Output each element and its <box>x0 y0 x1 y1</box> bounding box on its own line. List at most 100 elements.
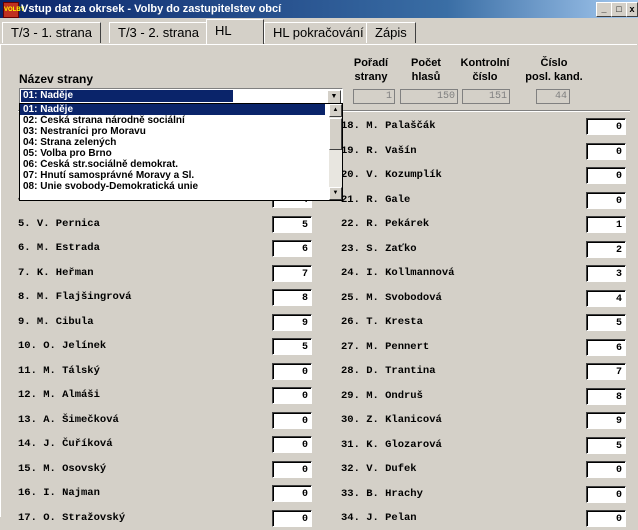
candidate-votes-input[interactable]: 9 <box>272 313 312 331</box>
candidate-name: 25. M. Svobodová <box>341 291 442 304</box>
candidate-row: 26. T. Kresta 5 <box>341 314 628 334</box>
candidate-row: 24. I. Kollmannová 3 <box>341 265 628 285</box>
tab-hl[interactable]: HL <box>206 19 264 44</box>
candidate-name: 8. M. Flajšingrová <box>18 291 132 303</box>
scroll-down-icon[interactable]: ▼ <box>329 187 342 200</box>
candidate-name: 26. T. Kresta <box>341 316 423 328</box>
candidate-row: 8. M. Flajšingrová 8 <box>18 289 314 309</box>
candidate-votes-input[interactable]: 5 <box>586 436 626 454</box>
candidate-name: 12. M. Almáši <box>18 389 100 401</box>
close-button[interactable]: x <box>626 2 638 17</box>
candidate-name: 19. R. Vašín <box>341 144 417 157</box>
app-icon: VOLBY <box>3 2 25 18</box>
candidate-row: 15. M. Osovský 0 <box>18 460 314 481</box>
candidate-row: 21. R. Gale 0 <box>341 191 628 212</box>
tab-t3-strana-2[interactable]: T/3 - 2. strana <box>109 22 208 43</box>
scroll-up-icon[interactable]: ▲ <box>329 104 342 117</box>
candidate-votes-input[interactable]: 9 <box>586 412 626 429</box>
party-order-field: 1 <box>353 89 395 104</box>
candidate-votes-input[interactable]: 7 <box>586 363 626 380</box>
candidate-votes-input[interactable]: 0 <box>272 411 312 429</box>
candidate-row: 29. M. Ondruš 8 <box>341 387 628 408</box>
candidate-votes-input[interactable]: 0 <box>272 485 312 502</box>
candidate-votes-input[interactable]: 0 <box>586 191 626 209</box>
candidate-name: 31. K. Glozarová <box>341 438 442 451</box>
candidate-row: 34. J. Pelan 0 <box>341 510 628 530</box>
candidate-row: 30. Z. Klanicová 9 <box>341 412 628 432</box>
check-number-label: Kontrolní číslo <box>460 57 510 83</box>
candidate-votes-input[interactable]: 0 <box>272 362 312 380</box>
candidate-row: 6. M. Estrada 6 <box>18 240 314 260</box>
candidate-row: 9. M. Cibula 9 <box>18 313 314 334</box>
tab-hl-pokracovani[interactable]: HL pokračování <box>264 22 373 43</box>
candidate-votes-input[interactable]: 8 <box>586 387 626 405</box>
candidate-votes-input[interactable]: 7 <box>272 264 312 282</box>
candidate-name: 15. M. Osovský <box>18 462 107 475</box>
dropdown-item[interactable]: 05: Volba pro Brno <box>20 148 325 159</box>
dropdown-item[interactable]: 04: Strana zelených <box>20 137 325 148</box>
candidate-votes-input[interactable]: 0 <box>586 142 626 160</box>
candidate-votes-input[interactable]: 0 <box>272 460 312 478</box>
candidate-row: 12. M. Almáši 0 <box>18 387 314 407</box>
candidate-votes-input[interactable]: 6 <box>586 338 626 356</box>
candidate-name: 23. S. Zaťko <box>341 242 417 255</box>
candidate-name: 32. V. Dufek <box>341 463 417 475</box>
candidate-name: 10. O. Jelínek <box>18 340 107 352</box>
tab-t3-strana-1[interactable]: T/3 - 1. strana <box>2 22 101 43</box>
candidate-name: 29. M. Ondruš <box>341 389 423 402</box>
chevron-down-icon[interactable]: ▼ <box>327 90 341 104</box>
candidate-name: 14. J. Čuříková <box>18 438 113 450</box>
candidate-name: 24. I. Kollmannová <box>341 267 455 279</box>
candidate-name: 34. J. Pelan <box>341 512 417 524</box>
candidate-votes-input[interactable]: 5 <box>272 338 312 355</box>
candidate-votes-input[interactable]: 0 <box>272 387 312 404</box>
candidate-name: 16. I. Najman <box>18 487 100 499</box>
candidate-votes-input[interactable]: 0 <box>586 118 626 135</box>
window-title: Vstup dat za okrsek - Volby do zastupite… <box>21 3 282 15</box>
candidate-name: 22. R. Pekárek <box>341 218 430 230</box>
minimize-button[interactable]: _ <box>596 2 612 17</box>
candidate-row: 7. K. Heřman 7 <box>18 264 314 285</box>
candidate-votes-input[interactable]: 0 <box>586 485 626 503</box>
dropdown-item[interactable]: 06: Česká str.sociálně demokrat. <box>20 159 325 170</box>
dropdown-scrollbar[interactable]: ▲ ▼ <box>329 104 342 200</box>
candidate-votes-input[interactable]: 6 <box>272 240 312 257</box>
candidate-row: 20. V. Kozumplík 0 <box>341 167 628 187</box>
candidate-votes-input[interactable]: 2 <box>586 240 626 258</box>
candidate-votes-input[interactable]: 1 <box>586 216 626 233</box>
candidate-name: 20. V. Kozumplík <box>341 169 442 181</box>
dropdown-item[interactable]: 03: Nestraníci pro Moravu <box>20 126 325 137</box>
party-dropdown-list[interactable]: 01: Naděje 02: Česká strana národně soci… <box>19 103 343 201</box>
candidate-votes-input[interactable]: 5 <box>272 215 312 233</box>
candidate-votes-input[interactable]: 5 <box>586 314 626 331</box>
candidate-name: 30. Z. Klanicová <box>341 414 442 426</box>
candidate-name: 33. B. Hrachy <box>341 487 423 500</box>
candidate-votes-input[interactable]: 4 <box>586 289 626 307</box>
dropdown-item[interactable]: 02: Česká strana národně sociální <box>20 115 325 126</box>
dropdown-item[interactable]: 08: Unie svobody-Demokratická unie <box>20 181 325 192</box>
candidate-row: 18. M. Palaščák 0 <box>341 118 628 138</box>
candidate-row: 19. R. Vašín 0 <box>341 142 628 163</box>
candidate-votes-input[interactable]: 0 <box>586 167 626 184</box>
candidate-votes-input[interactable]: 8 <box>272 289 312 306</box>
dropdown-item[interactable]: 01: Naděje <box>20 104 325 115</box>
candidate-row: 16. I. Najman 0 <box>18 485 314 505</box>
candidate-row: 13. A. Šimečková 0 <box>18 411 314 432</box>
candidate-row: 17. O. Stražovský 0 <box>18 509 314 530</box>
maximize-button[interactable]: □ <box>611 2 627 17</box>
candidate-votes-input[interactable]: 3 <box>586 265 626 282</box>
dropdown-item[interactable]: 07: Hnutí samosprávné Moravy a Sl. <box>20 170 325 181</box>
tab-zapis[interactable]: Zápis <box>366 22 416 43</box>
candidate-row: 31. K. Glozarová 5 <box>341 436 628 457</box>
candidate-votes-input[interactable]: 0 <box>586 510 626 527</box>
candidate-row: 14. J. Čuříková 0 <box>18 436 314 456</box>
scroll-thumb[interactable] <box>329 118 342 150</box>
candidate-votes-input[interactable]: 0 <box>586 461 626 478</box>
candidate-row: 10. O. Jelínek 5 <box>18 338 314 358</box>
candidate-votes-input[interactable]: 0 <box>272 509 312 527</box>
title-bar: VOLBY Vstup dat za okrsek - Volby do zas… <box>0 0 638 18</box>
last-candidate-label: Číslo posl. kand. <box>525 57 583 83</box>
candidate-name: 7. K. Heřman <box>18 266 94 279</box>
tab-strip: T/3 - 1. strana T/3 - 2. strana HL HL po… <box>0 18 638 44</box>
candidate-votes-input[interactable]: 0 <box>272 436 312 453</box>
